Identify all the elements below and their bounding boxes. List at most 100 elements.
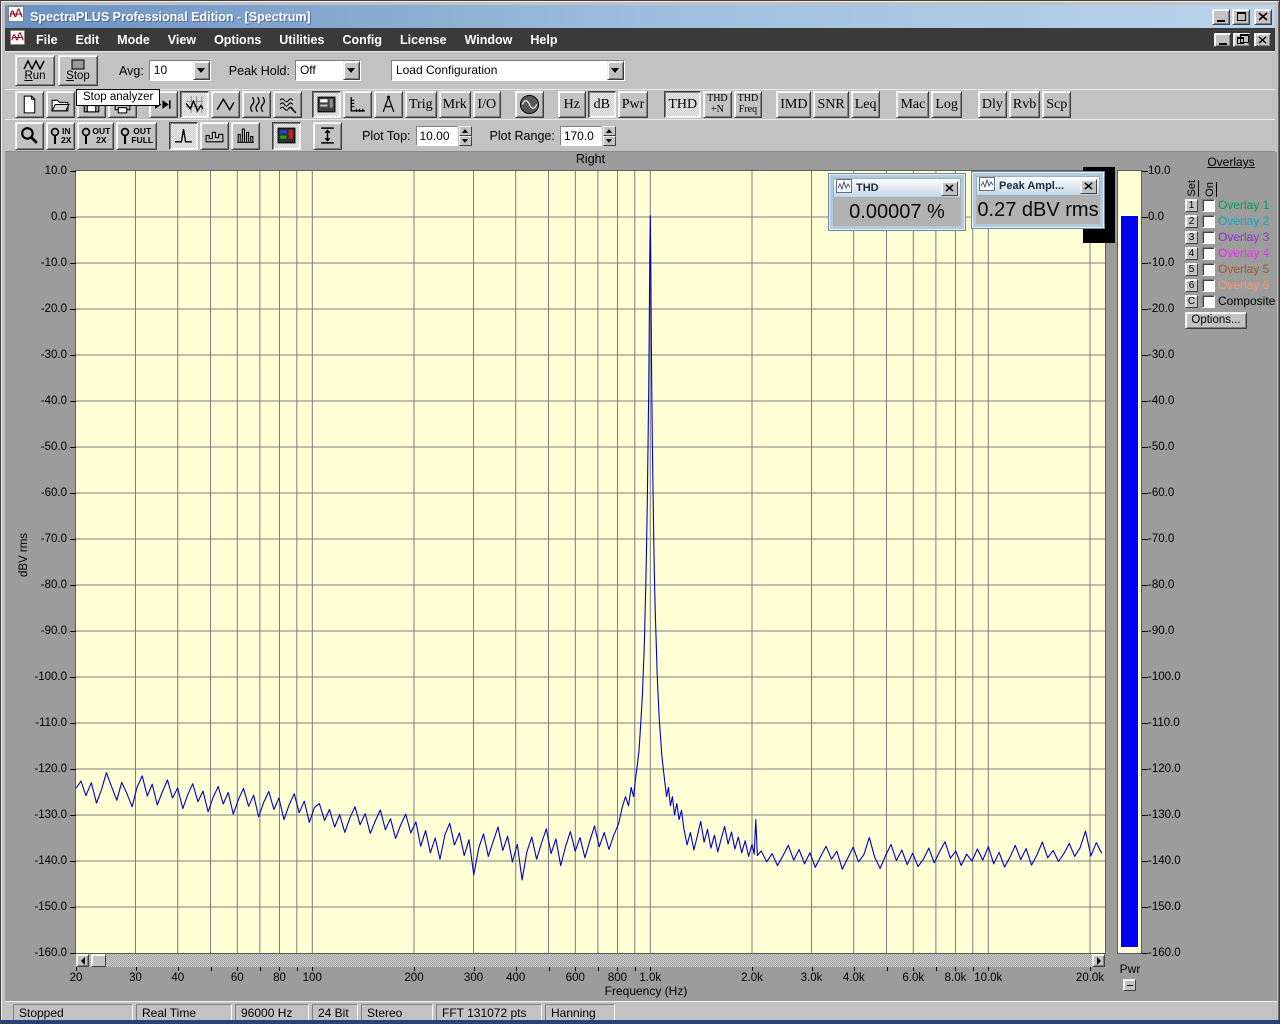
minimize-button[interactable] (1212, 9, 1230, 25)
hz-button[interactable]: Hz (558, 91, 586, 118)
scroll-right-button[interactable] (1092, 954, 1105, 967)
scrollbar-thumb[interactable] (91, 954, 106, 967)
plot-top-input-spin-up[interactable] (459, 126, 472, 136)
display-settings-button[interactable] (312, 91, 341, 118)
overlay-on-checkbox-6[interactable] (1202, 279, 1215, 292)
thd-freq-button[interactable]: THDFreq (734, 91, 763, 118)
reverb-button[interactable]: Rvb (1009, 91, 1040, 118)
menu-file[interactable]: File (27, 30, 67, 50)
menu-help[interactable]: Help (521, 30, 566, 50)
plot-top-input[interactable] (416, 126, 458, 146)
menu-utilities[interactable]: Utilities (270, 30, 333, 50)
bar-plot-button[interactable] (200, 122, 229, 150)
zoom-out-full-button[interactable]: OUTFULL (116, 122, 157, 150)
horizontal-scrollbar[interactable] (76, 954, 1105, 967)
y-tick-right (1142, 401, 1148, 402)
menu-config[interactable]: Config (333, 30, 391, 50)
menu-options[interactable]: Options (205, 30, 270, 50)
avg-dropdown-button[interactable] (193, 61, 210, 80)
new-file-button[interactable] (15, 91, 44, 118)
y-tick (70, 171, 76, 172)
peak-window-titlebar[interactable]: Peak Ampl... (976, 176, 1100, 196)
imd-button[interactable]: IMD (776, 91, 811, 118)
menu-items: FileEditModeViewOptionsUtilitiesConfigLi… (27, 30, 566, 50)
overlay-set-button-6[interactable]: 6 (1185, 279, 1198, 292)
spectrum-plot-button[interactable] (169, 122, 198, 150)
menu-window[interactable]: Window (456, 30, 522, 50)
thd-close-button[interactable] (941, 181, 958, 196)
overlay-on-checkbox-5[interactable] (1202, 263, 1215, 276)
spectrum-view-button[interactable] (180, 91, 209, 118)
maximize-button[interactable] (1232, 9, 1250, 25)
overlay-set-button-3[interactable]: 3 (1185, 231, 1198, 244)
status-96000-hz: 96000 Hz (235, 1004, 309, 1021)
overlay-on-checkbox-4[interactable] (1202, 247, 1215, 260)
io-button[interactable]: I/O (473, 91, 501, 118)
marker-button[interactable]: Mrk (439, 91, 471, 118)
menu-mode[interactable]: Mode (108, 30, 159, 50)
close-button[interactable] (1254, 9, 1272, 25)
zoom-button[interactable] (15, 122, 44, 150)
peak-hold-select[interactable]: Off (295, 60, 361, 81)
calibration-button[interactable] (374, 91, 403, 118)
menu-license[interactable]: License (391, 30, 456, 50)
overlay-on-checkbox-2[interactable] (1202, 215, 1215, 228)
peak-amplitude-readout-window[interactable]: Peak Ampl... 0.27 dBV rms (971, 171, 1105, 229)
vertical-scale-button[interactable] (313, 122, 342, 150)
pwr-button[interactable]: Pwr (618, 91, 649, 118)
plot-top-input-spin-down[interactable] (459, 136, 472, 146)
thd-window-titlebar[interactable]: THD (833, 178, 961, 198)
scroll-left-button[interactable] (76, 954, 89, 967)
power-bar-options-button[interactable] (1123, 979, 1136, 991)
mdi-restore-button[interactable] (1233, 33, 1250, 47)
load-configuration-select[interactable]: Load Configuration (391, 60, 625, 81)
close-icon (1084, 182, 1093, 190)
log-button[interactable]: Log (931, 91, 962, 118)
load-configuration-dropdown-button[interactable] (607, 61, 624, 80)
plot-range-input-spin-down[interactable] (603, 136, 616, 146)
zoom-in-2x-button[interactable]: IN2X (46, 122, 75, 150)
y-axis-tick-label-right: -90.0 (1148, 624, 1198, 638)
y-axis-tick-label: -30.0 (5, 348, 67, 362)
peak-hold-dropdown-button[interactable] (343, 61, 360, 80)
spectrum-plot[interactable] (76, 171, 1105, 953)
mdi-close-button[interactable] (1254, 33, 1271, 47)
overlay-on-checkbox-1[interactable] (1202, 199, 1215, 212)
waveform-view-button[interactable] (211, 91, 240, 118)
delay-button[interactable]: Dly (978, 91, 1007, 118)
scope-button[interactable]: Scp (1042, 91, 1071, 118)
surface-view-button[interactable] (273, 91, 302, 118)
title-bar[interactable]: SpectraPLUS Professional Edition - [Spec… (5, 5, 1275, 28)
stop-button[interactable]: Stop (58, 55, 98, 86)
macro-button[interactable]: Mac (896, 91, 929, 118)
leq-button[interactable]: Leq (851, 91, 881, 118)
menu-edit[interactable]: Edit (67, 30, 109, 50)
button-label: IN2X (61, 127, 71, 145)
menu-view[interactable]: View (159, 30, 205, 50)
overlay-on-checkbox-3[interactable] (1202, 231, 1215, 244)
thd-button[interactable]: THD (664, 91, 701, 118)
db-button[interactable]: dB (588, 91, 616, 118)
y-axis-tick-label: -70.0 (5, 532, 67, 546)
trigger-button[interactable]: Trig (405, 91, 437, 118)
open-file-button[interactable] (46, 91, 75, 118)
scales-button[interactable] (343, 91, 372, 118)
mdi-minimize-button[interactable] (1214, 33, 1231, 47)
snr-button[interactable]: SNR (813, 91, 848, 118)
peak-close-button[interactable] (1080, 179, 1097, 194)
signal-generator-button[interactable] (515, 91, 544, 118)
overlay-on-checkbox-c[interactable] (1202, 295, 1215, 308)
plot-range-input-spin-up[interactable] (603, 126, 616, 136)
button-label: Log (935, 98, 958, 112)
run-button[interactable]: Run (15, 55, 55, 86)
zoom-out-2x-button[interactable]: OUT2X (77, 122, 114, 150)
avg-select[interactable]: 10 (149, 60, 211, 81)
thd-readout-window[interactable]: THD 0.00007 % (828, 173, 966, 231)
y-axis-tick-label-right: -80.0 (1148, 578, 1198, 592)
histogram-plot-button[interactable] (231, 122, 260, 150)
ruler-icon (347, 94, 368, 115)
thd-plus-n-button[interactable]: THD+N (703, 91, 732, 118)
spectrogram-view-button[interactable] (242, 91, 271, 118)
plot-range-input[interactable] (560, 126, 602, 146)
display-options-button[interactable] (272, 122, 301, 150)
